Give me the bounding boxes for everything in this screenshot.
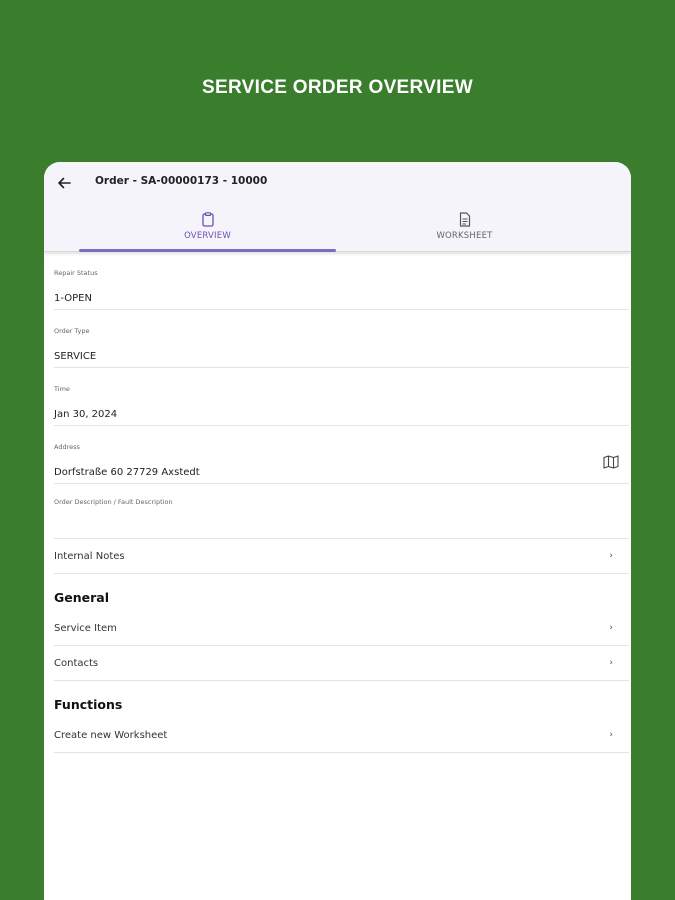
field-label: Repair Status (54, 269, 98, 277)
chevron-right-icon: › (609, 623, 613, 633)
tab-overview-label: OVERVIEW (184, 231, 231, 241)
field-value: Jan 30, 2024 (54, 409, 118, 420)
app-bar: Order - SA-00000173 - 10000 OVERVIEW WOR… (44, 162, 631, 252)
document-icon (459, 212, 470, 227)
chevron-right-icon: › (609, 730, 613, 740)
map-icon (603, 455, 619, 469)
chevron-right-icon: › (609, 658, 613, 668)
clipboard-icon (201, 212, 214, 227)
description-field: Order Description / Fault Description (54, 484, 629, 539)
section-title-general: General (54, 590, 109, 605)
banner-title: SERVICE ORDER OVERVIEW (202, 77, 473, 98)
field-value: SERVICE (54, 351, 97, 362)
field-label: Order Type (54, 327, 90, 335)
order-type-field: Order Type SERVICE (54, 310, 629, 368)
chevron-right-icon: › (609, 551, 613, 561)
open-map-button[interactable] (603, 454, 621, 470)
tab-worksheet[interactable]: WORKSHEET (336, 208, 593, 252)
row-label: Internal Notes (54, 550, 125, 562)
field-value: 1-OPEN (54, 293, 92, 304)
field-value: Dorfstraße 60 27729 Axstedt (54, 467, 200, 478)
row-label: Create new Worksheet (54, 729, 168, 741)
tab-bar: OVERVIEW WORKSHEET (44, 208, 631, 252)
service-item-row[interactable]: Service Item › (54, 611, 629, 646)
page-title: Order - SA-00000173 - 10000 (95, 175, 268, 187)
row-label: Contacts (54, 657, 99, 669)
app-screen: Order - SA-00000173 - 10000 OVERVIEW WOR… (44, 162, 631, 900)
time-field: Time Jan 30, 2024 (54, 368, 629, 426)
field-label: Order Description / Fault Description (54, 498, 173, 506)
back-arrow-icon (58, 177, 71, 189)
internal-notes-row[interactable]: Internal Notes › (54, 539, 629, 574)
address-field: Address Dorfstraße 60 27729 Axstedt (54, 426, 629, 484)
field-label: Address (54, 443, 80, 451)
tab-worksheet-label: WORKSHEET (436, 231, 493, 241)
back-button[interactable] (54, 173, 74, 193)
field-label: Time (54, 385, 70, 393)
repair-status-field: Repair Status 1-OPEN (54, 252, 629, 310)
section-title-functions: Functions (54, 697, 123, 712)
create-worksheet-row[interactable]: Create new Worksheet › (54, 718, 629, 753)
row-label: Service Item (54, 622, 117, 634)
contacts-row[interactable]: Contacts › (54, 646, 629, 681)
tab-overview[interactable]: OVERVIEW (79, 208, 336, 252)
